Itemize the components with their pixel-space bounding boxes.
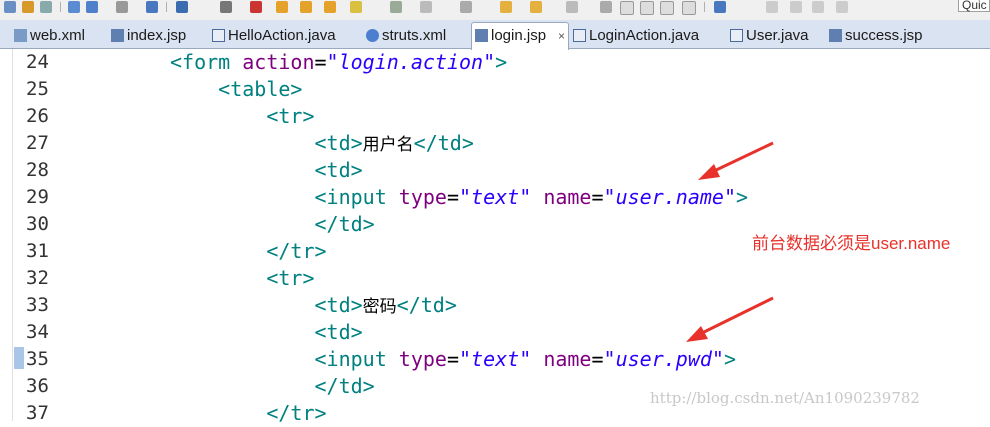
annotation-text: 前台数据必须是user.name (752, 234, 951, 253)
arrow-icon (686, 296, 774, 342)
arrow-icon (698, 141, 774, 180)
annotation-arrows (686, 141, 774, 342)
watermark: http://blog.csdn.net/An1090239782 (650, 389, 920, 407)
